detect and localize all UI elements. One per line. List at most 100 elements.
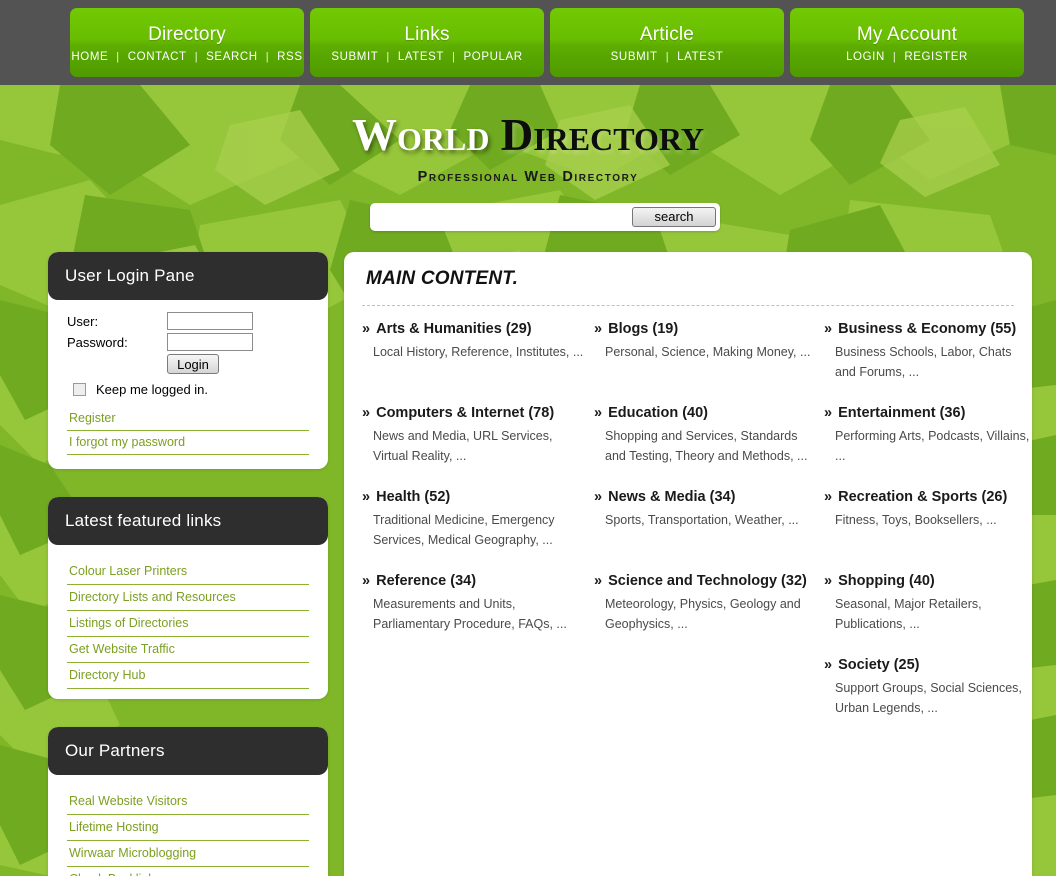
nav-link-links-submit[interactable]: SUBMIT [330, 50, 379, 64]
category-link[interactable]: » Science and Technology (32) [594, 572, 816, 591]
nav-block-article[interactable]: Article SUBMIT | LATEST [550, 8, 784, 77]
nav-link-home[interactable]: HOME [70, 50, 109, 64]
nav-link-article-submit[interactable]: SUBMIT [610, 50, 659, 64]
register-link[interactable]: Register [67, 407, 309, 431]
nav-block-links[interactable]: Links SUBMIT | LATEST | POPULAR [310, 8, 544, 77]
nav-link-article-latest[interactable]: LATEST [676, 50, 724, 64]
chevron-right-icon: » [824, 573, 837, 589]
nav-separator: | [194, 50, 199, 63]
nav-link-rss[interactable]: RSS [276, 50, 303, 64]
category-link[interactable]: » News & Media (34) [594, 488, 816, 507]
category-cell: » News & Media (34) Sports, Transportatio… [594, 488, 816, 552]
category-link[interactable]: » Reference (34) [362, 572, 586, 591]
nav-block-links-title: Links [404, 23, 450, 45]
password-input[interactable] [167, 333, 253, 351]
category-cell: » Reference (34) Measurements and Units, … [362, 572, 586, 656]
keep-logged-in-label: Keep me logged in. [96, 382, 209, 397]
chevron-right-icon: » [824, 657, 837, 673]
category-subcategories: Sports, Transportation, Weather, ... [605, 513, 799, 527]
category-subcategories: Support Groups, Social Sciences, Urban L… [835, 681, 1022, 715]
category-link[interactable]: » Blogs (19) [594, 320, 816, 339]
partner-link-item[interactable]: Wirwaar Microblogging [67, 841, 309, 867]
partner-link-item[interactable]: Real Website Visitors [67, 789, 309, 815]
nav-link-login[interactable]: LOGIN [845, 50, 886, 64]
search-button[interactable]: search [632, 207, 716, 227]
search-bar: search [370, 203, 720, 231]
site-logo[interactable]: World Directory [0, 109, 1056, 161]
chevron-right-icon: » [594, 489, 607, 505]
user-login-pane-body: User: Password: Login Keep me logged in.… [48, 300, 328, 469]
featured-link-item[interactable]: Listings of Directories [67, 611, 309, 637]
nav-block-my-account-links: LOGIN | REGISTER [845, 50, 969, 64]
category-cell: » Recreation & Sports (26) Fitness, Toys,… [824, 488, 1032, 552]
featured-link-item[interactable]: Get Website Traffic [67, 637, 309, 663]
featured-link-item[interactable]: Directory Hub [67, 663, 309, 689]
category-link[interactable]: » Health (52) [362, 488, 586, 507]
category-link[interactable]: » Computers & Internet (78) [362, 404, 586, 423]
chevron-right-icon: » [594, 321, 607, 337]
login-helper-links: Register I forgot my password [67, 407, 309, 455]
nav-block-my-account[interactable]: My Account LOGIN | REGISTER [790, 8, 1024, 77]
nav-link-links-popular[interactable]: POPULAR [463, 50, 524, 64]
chevron-right-icon: » [362, 321, 375, 337]
category-link[interactable]: » Society (25) [824, 656, 1032, 675]
category-name: Blogs (19) [608, 321, 679, 337]
main-content-title: MAIN CONTENT. [366, 268, 519, 289]
keep-logged-in-row: Keep me logged in. [67, 382, 309, 397]
nav-separator: | [265, 50, 270, 63]
category-cell: » Computers & Internet (78) News and Medi… [362, 404, 586, 488]
category-cell: » Science and Technology (32) Meteorology… [594, 572, 816, 656]
category-link[interactable]: » Arts & Humanities (29) [362, 320, 586, 339]
category-subcategories: Measurements and Units, Parliamentary Pr… [373, 597, 567, 631]
category-name: Computers & Internet (78) [376, 405, 555, 421]
user-label: User: [67, 313, 99, 329]
our-partners-panel: Our Partners Real Website Visitors Lifet… [48, 727, 328, 876]
category-name: Society (25) [838, 657, 920, 673]
our-partners-body: Real Website Visitors Lifetime Hosting W… [48, 775, 328, 876]
partner-link-item[interactable]: Check Backlinks [67, 867, 309, 876]
category-name: Health (52) [376, 489, 451, 505]
category-name: Reference (34) [376, 573, 477, 589]
nav-link-links-latest[interactable]: LATEST [397, 50, 445, 64]
category-link[interactable]: » Shopping (40) [824, 572, 1032, 591]
user-login-pane-title: User Login Pane [48, 252, 328, 300]
category-subcategories: Business Schools, Labor, Chats and Forum… [835, 345, 1012, 379]
category-link[interactable]: » Education (40) [594, 404, 816, 423]
category-link[interactable]: » Business & Economy (55) [824, 320, 1032, 339]
nav-link-search[interactable]: SEARCH [205, 50, 259, 64]
nav-link-register[interactable]: REGISTER [903, 50, 969, 64]
featured-link-item[interactable]: Directory Lists and Resources [67, 585, 309, 611]
chevron-right-icon: » [824, 321, 837, 337]
search-input[interactable] [373, 206, 631, 228]
nav-link-contact[interactable]: CONTACT [127, 50, 188, 64]
category-link[interactable]: » Entertainment (36) [824, 404, 1032, 423]
chevron-right-icon: » [362, 405, 375, 421]
password-field-row: Password: [67, 333, 309, 351]
nav-block-directory[interactable]: Directory HOME | CONTACT | SEARCH | RSS [70, 8, 304, 77]
featured-link-item[interactable]: Colour Laser Printers [67, 559, 309, 585]
partner-link-item[interactable]: Lifetime Hosting [67, 815, 309, 841]
keep-logged-in-checkbox[interactable] [73, 383, 86, 396]
category-name: Entertainment (36) [838, 405, 966, 421]
forgot-password-link[interactable]: I forgot my password [67, 431, 309, 455]
category-subcategories: Meteorology, Physics, Geology and Geophy… [605, 597, 801, 631]
nav-block-directory-links: HOME | CONTACT | SEARCH | RSS [70, 50, 303, 64]
nav-block-article-links: SUBMIT | LATEST [610, 50, 725, 64]
category-grid: » Arts & Humanities (29) Local History, R… [362, 320, 1029, 740]
category-cell: » Health (52) Traditional Medicine, Emerg… [362, 488, 586, 572]
category-link[interactable]: » Recreation & Sports (26) [824, 488, 1032, 507]
site-tagline: Professional Web Directory [417, 169, 639, 185]
nav-separator: | [452, 50, 456, 63]
logo-word-world: World [352, 110, 490, 160]
username-input[interactable] [167, 312, 253, 330]
category-subcategories: Personal, Science, Making Money, ... [605, 345, 811, 359]
category-name: Arts & Humanities (29) [376, 321, 532, 337]
login-button[interactable]: Login [167, 354, 219, 374]
category-cell: » Entertainment (36) Performing Arts, Pod… [824, 404, 1032, 488]
nav-separator: | [665, 50, 670, 63]
login-button-row: Login [67, 354, 309, 374]
sidebar: User Login Pane User: Password: Login Ke… [48, 252, 328, 876]
nav-separator: | [116, 50, 120, 63]
category-subcategories: Traditional Medicine, Emergency Services… [373, 513, 555, 547]
chevron-right-icon: » [824, 405, 837, 421]
